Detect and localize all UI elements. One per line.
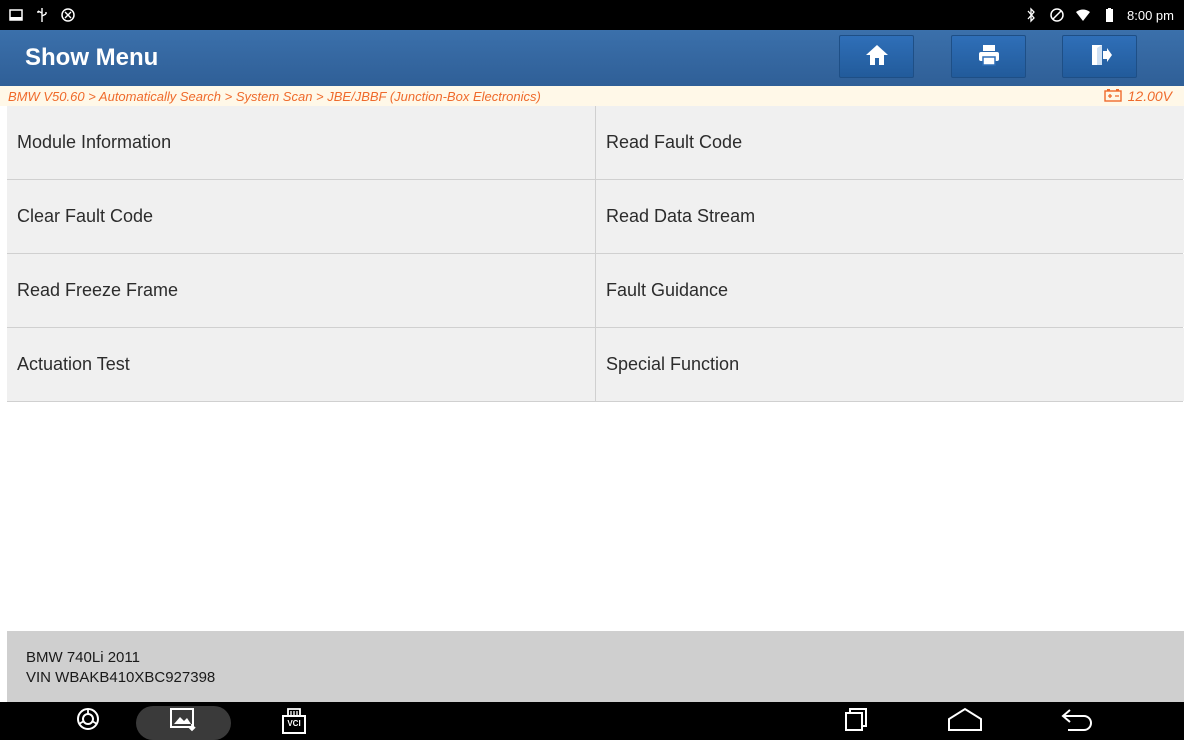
back-icon [1060,706,1096,736]
recents-icon [843,706,869,736]
browser-button[interactable] [68,702,108,740]
do-not-disturb-icon [1049,7,1065,23]
vci-button[interactable]: VCI [276,702,312,740]
battery-icon [1101,7,1117,23]
breadcrumb-path: BMW V50.60 > Automatically Search > Syst… [8,88,541,104]
print-button[interactable] [951,35,1026,78]
page-title: Show Menu [25,44,159,71]
settings-icon [60,7,76,23]
menu-clear-fault-code[interactable]: Clear Fault Code [7,180,595,253]
recents-button[interactable] [836,702,876,740]
home-nav-icon [945,706,985,736]
print-icon [976,42,1002,72]
menu-fault-guidance[interactable]: Fault Guidance [596,254,1184,327]
header-bar: Show Menu [0,30,1184,86]
vci-label: VCI [287,719,301,728]
home-button[interactable] [839,35,914,78]
menu-read-data-stream[interactable]: Read Data Stream [596,180,1184,253]
browser-icon [76,707,100,735]
function-menu-grid: Module Information Read Fault Code Clear… [7,106,1184,402]
vehicle-model: BMW 740Li 2011 [26,649,140,666]
screenshot-notification-icon [8,7,24,23]
status-bar: 8:00 pm [0,0,1184,30]
vehicle-info-bar: BMW 740Li 2011 VIN WBAKB410XBC927398 [7,631,1184,702]
menu-read-freeze-frame[interactable]: Read Freeze Frame [7,254,595,327]
vehicle-vin: VIN WBAKB410XBC927398 [26,669,216,686]
menu-special-function[interactable]: Special Function [596,328,1184,401]
screenshot-icon [169,706,197,736]
status-bar-right: 8:00 pm [1023,7,1174,23]
app-root: 8:00 pm Show Menu BMW V50.60 > Automatic… [0,0,1184,740]
android-nav-bar: VCI [0,702,1184,740]
menu-actuation-test[interactable]: Actuation Test [7,328,595,401]
home-icon [864,42,890,72]
status-bar-left [8,7,76,23]
breadcrumb: BMW V50.60 > Automatically Search > Syst… [0,86,1184,106]
usb-icon [34,7,50,23]
menu-module-information[interactable]: Module Information [7,106,595,179]
exit-button[interactable] [1062,35,1137,78]
screenshot-button[interactable] [163,702,203,740]
car-battery-icon [1103,88,1122,105]
vci-icon: VCI [281,707,307,735]
home-nav-button[interactable] [943,702,987,740]
menu-read-fault-code[interactable]: Read Fault Code [596,106,1184,179]
battery-voltage: 12.00V [1103,88,1172,105]
bluetooth-icon [1023,7,1039,23]
status-time: 8:00 pm [1127,7,1174,23]
back-button[interactable] [1056,702,1100,740]
voltage-value: 12.00V [1127,88,1172,104]
wifi-icon [1075,7,1091,23]
exit-icon [1087,42,1113,72]
